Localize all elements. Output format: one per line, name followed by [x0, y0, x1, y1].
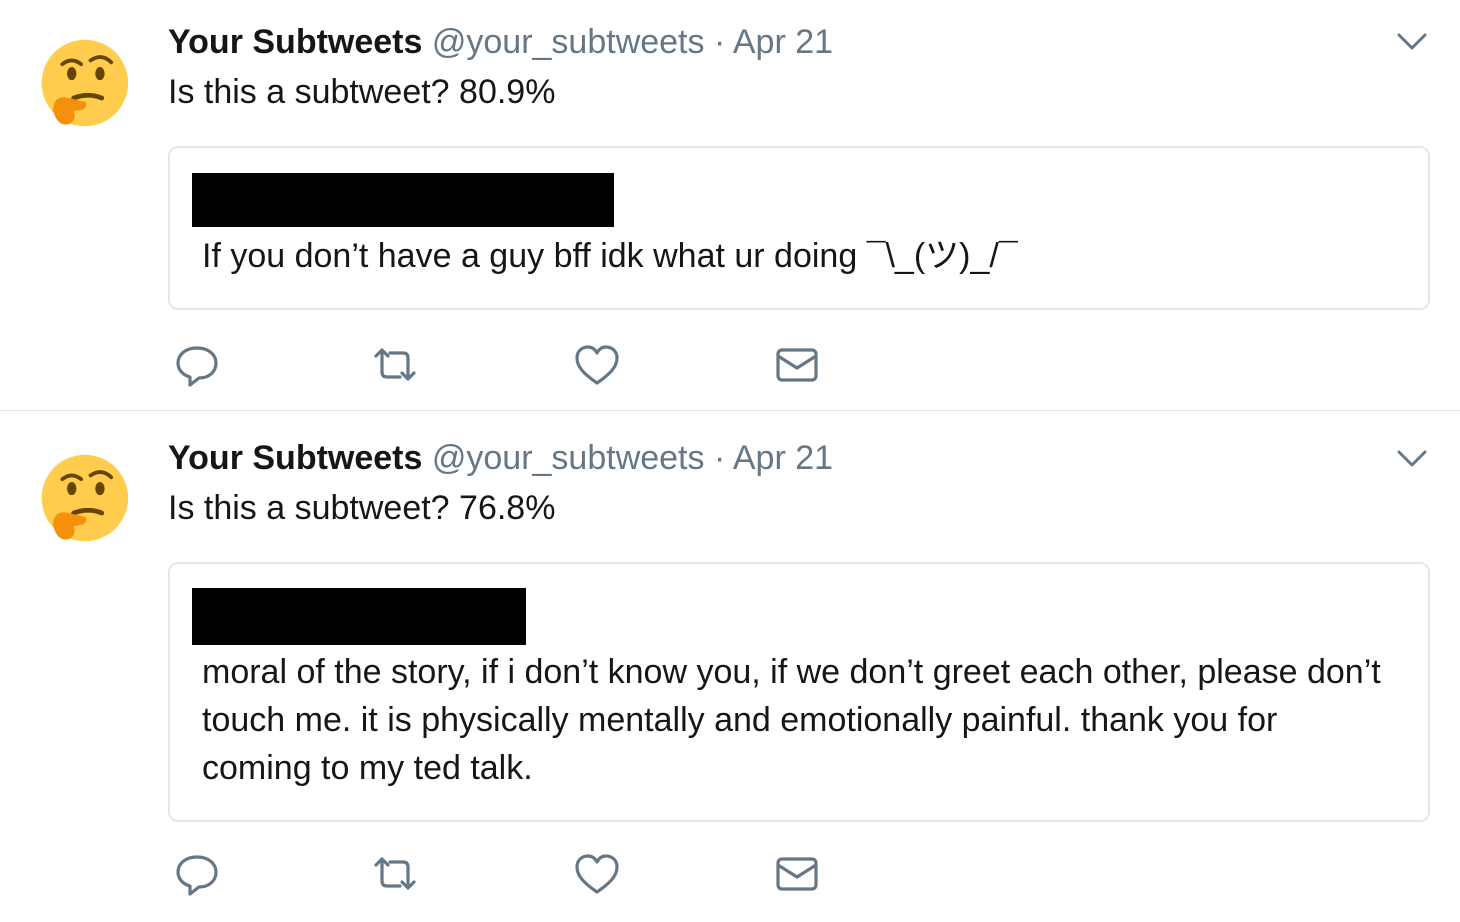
retweet-icon[interactable] [370, 849, 420, 899]
heart-icon[interactable] [572, 340, 622, 390]
separator: · [713, 439, 726, 477]
quoted-tweet-text: If you don’t have a guy bff idk what ur … [202, 237, 1018, 275]
avatar-thinking-face-icon[interactable] [36, 36, 130, 130]
tweet-actions [168, 849, 868, 899]
quoted-tweet[interactable]: moral of the story, if i don’t know you,… [168, 562, 1430, 822]
tweet-text: Is this a subtweet? 76.8% [168, 489, 556, 527]
reply-icon[interactable] [172, 849, 222, 899]
chevron-down-icon[interactable] [1396, 30, 1428, 54]
tweet-header: Your Subtweets @your_subtweets · Apr 21 [168, 22, 833, 62]
redacted-author [192, 173, 614, 227]
chevron-down-icon[interactable] [1396, 447, 1428, 471]
author-handle[interactable]: @your_subtweets [432, 23, 705, 61]
author-name[interactable]: Your Subtweets [168, 23, 422, 61]
avatar-thinking-face-icon[interactable] [36, 451, 130, 545]
tweet[interactable]: Your Subtweets @your_subtweets · Apr 21 … [0, 411, 1460, 922]
separator: · [713, 23, 726, 61]
author-handle[interactable]: @your_subtweets [432, 439, 705, 477]
reply-icon[interactable] [172, 340, 222, 390]
heart-icon[interactable] [572, 849, 622, 899]
tweet[interactable]: Your Subtweets @your_subtweets · Apr 21 … [0, 0, 1460, 410]
tweet-actions [168, 340, 868, 390]
envelope-icon[interactable] [772, 340, 822, 390]
tweet-date[interactable]: Apr 21 [733, 23, 833, 61]
redacted-author [192, 588, 526, 645]
tweet-header: Your Subtweets @your_subtweets · Apr 21 [168, 438, 833, 478]
author-name[interactable]: Your Subtweets [168, 439, 422, 477]
retweet-icon[interactable] [370, 340, 420, 390]
tweet-date[interactable]: Apr 21 [733, 439, 833, 477]
tweet-text: Is this a subtweet? 80.9% [168, 73, 556, 111]
quoted-tweet-text: moral of the story, if i don’t know you,… [202, 653, 1381, 787]
envelope-icon[interactable] [772, 849, 822, 899]
quoted-tweet[interactable]: If you don’t have a guy bff idk what ur … [168, 146, 1430, 310]
